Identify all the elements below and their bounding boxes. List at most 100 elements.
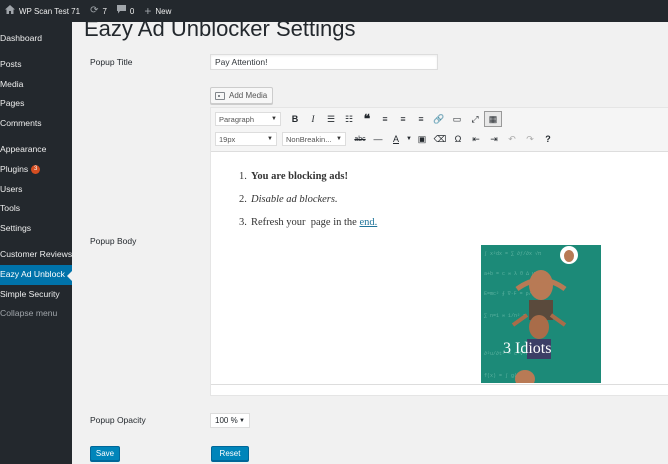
plus-icon: + (144, 4, 152, 18)
space-select[interactable]: NonBreakin... ▼ (282, 132, 346, 146)
sidebar-item-tools[interactable]: Tools (0, 199, 72, 219)
outdent-icon[interactable]: ⇤ (467, 131, 485, 147)
clear-formatting-icon[interactable]: ⌫ (431, 131, 449, 147)
redo-icon[interactable]: ↷ (521, 131, 539, 147)
font-size-select[interactable]: 19px ▼ (215, 132, 277, 146)
editor-toolbar: Paragraph ▼ B I ☰ ☷ ❝ ≡ ≡ ≡ 🔗 ▭ ⤢ ▦ 19px ▼… (211, 108, 668, 152)
sidebar-item-comments[interactable]: Comments (0, 114, 72, 134)
site-name: WP Scan Test 71 (19, 6, 81, 16)
space-select-value: NonBreakin... (286, 134, 332, 144)
popup-title-label: Popup Title (90, 57, 133, 67)
save-button[interactable]: Save (90, 446, 120, 461)
chevron-down-icon: ▼ (271, 116, 277, 122)
sidebar-item-customer-reviews[interactable]: Customer Reviews (0, 245, 72, 265)
sidebar-item-label: Collapse menu (0, 308, 58, 319)
format-select[interactable]: Paragraph ▼ (215, 112, 281, 126)
chevron-down-icon: ▼ (239, 417, 245, 424)
help-icon[interactable]: ? (539, 131, 557, 147)
popup-opacity-select[interactable]: 100 % ▼ (210, 413, 250, 428)
editor-statusbar (211, 384, 668, 395)
popup-body-editor[interactable]: Paragraph ▼ B I ☰ ☷ ❝ ≡ ≡ ≡ 🔗 ▭ ⤢ ▦ 19px ▼… (210, 107, 668, 396)
sidebar-item-settings[interactable]: Settings (0, 219, 72, 239)
sidebar-item-label: Eazy Ad Unblock (0, 268, 65, 279)
numbered-list-icon[interactable]: ☷ (340, 111, 358, 127)
special-character-icon[interactable]: Ω (449, 131, 467, 147)
sidebar-item-label: Users (0, 183, 23, 194)
list-item: 3. Refresh your page in the end. (239, 216, 377, 239)
list-item: 1. You are blocking ads! (239, 170, 377, 193)
comment-icon (116, 5, 126, 17)
fullscreen-icon[interactable]: ⤢ (466, 111, 484, 127)
sidebar-item-label: Simple Security (0, 288, 60, 299)
main-content: Eazy Ad Unblocker Settings Popup Title A… (72, 22, 668, 464)
strikethrough-icon[interactable]: abc (351, 131, 369, 147)
sidebar-item-eazy-ad-unblock[interactable]: Eazy Ad Unblock (0, 264, 72, 285)
chevron-down-icon: ▼ (336, 136, 342, 142)
opacity-value: 100 % (215, 416, 238, 425)
editor-content[interactable]: 1. You are blocking ads! 2. Disable ad blo… (211, 153, 668, 383)
site-menu[interactable]: WP Scan Test 71 (0, 0, 85, 22)
sidebar-item-label: Posts (0, 58, 22, 69)
undo-icon[interactable]: ↶ (503, 131, 521, 147)
align-left-icon[interactable]: ≡ (376, 111, 394, 127)
sidebar-item-label: Dashboard (0, 33, 43, 43)
align-center-icon[interactable]: ≡ (394, 111, 412, 127)
sidebar-item-posts[interactable]: Posts (0, 55, 72, 75)
toolbar-toggle-icon[interactable]: ▦ (484, 111, 502, 127)
sidebar-item-pages[interactable]: Pages (0, 94, 72, 114)
sidebar-item-media[interactable]: Media (0, 75, 72, 95)
read-more-icon[interactable]: ▭ (448, 111, 466, 127)
sidebar-item-dashboard[interactable]: Dashboard (0, 29, 72, 49)
format-select-value: Paragraph (219, 114, 255, 124)
plugins-update-badge: 3 (31, 165, 41, 175)
admin-bar: WP Scan Test 71 ⟳ 7 0 + New (0, 0, 668, 22)
paste-text-icon[interactable]: ▣ (413, 131, 431, 147)
page-title: Eazy Ad Unblocker Settings (84, 22, 356, 41)
movie-poster-image[interactable]: ∫ x²dx = ∑ ∂ƒ/∂x √π a+b = c ∞ λ θ Δ μ ρ … (481, 245, 601, 383)
font-size-value: 19px (219, 134, 236, 144)
text-color-dropdown-icon[interactable]: ▼ (405, 131, 413, 147)
end-link[interactable]: end. (359, 217, 377, 228)
comments-count: 0 (129, 6, 135, 16)
blockquote-icon[interactable]: ❝ (358, 111, 376, 127)
sidebar-item-label: Comments (0, 118, 42, 129)
text-color-icon[interactable]: A (387, 131, 405, 147)
sidebar-item-label: Plugins (0, 163, 29, 174)
list-number: 1. (239, 171, 247, 182)
poster-caption: 3 Idiots (503, 340, 551, 357)
align-right-icon[interactable]: ≡ (412, 111, 430, 127)
reset-button[interactable]: Reset (211, 446, 249, 461)
italic-icon[interactable]: I (304, 111, 322, 127)
popup-title-input[interactable] (210, 54, 438, 70)
svg-text:∫ x²dx = ∑ ∂ƒ/∂x √π: ∫ x²dx = ∑ ∂ƒ/∂x √π (484, 250, 541, 257)
sidebar-item-label: Pages (0, 98, 25, 109)
horizontal-line-icon[interactable]: — (369, 131, 387, 147)
svg-text:E=mc² ∮ ∇·F = ρ/ε: E=mc² ∮ ∇·F = ρ/ε (484, 291, 535, 297)
media-icon (215, 91, 225, 100)
collapse-menu-button[interactable]: Collapse menu (0, 304, 72, 324)
bold-icon[interactable]: B (286, 111, 304, 127)
sidebar-item-users[interactable]: Users (0, 180, 72, 200)
list-item-text: You are blocking ads! (251, 171, 348, 182)
list-item: 2. Disable ad blockers. (239, 193, 377, 216)
sidebar-item-simple-security[interactable]: Simple Security (0, 285, 72, 305)
admin-sidebar: Dashboard Posts Media Pages Comments App… (0, 22, 72, 464)
sidebar-item-label: Tools (0, 203, 21, 214)
sidebar-item-label: Media (0, 78, 24, 89)
bullet-list-icon[interactable]: ☰ (322, 111, 340, 127)
sidebar-item-label: Appearance (0, 143, 47, 154)
home-icon (5, 5, 15, 17)
link-icon[interactable]: 🔗 (430, 111, 448, 127)
updates-menu[interactable]: ⟳ 7 (85, 0, 112, 22)
add-media-label: Add Media (229, 91, 268, 100)
new-content-menu[interactable]: + New (139, 0, 176, 22)
add-media-button[interactable]: Add Media (210, 87, 274, 104)
sidebar-item-label: Customer Reviews (0, 248, 73, 259)
sidebar-item-appearance[interactable]: Appearance (0, 140, 72, 160)
indent-icon[interactable]: ⇥ (485, 131, 503, 147)
comments-menu[interactable]: 0 (112, 0, 139, 22)
updates-icon: ⟳ (90, 5, 99, 16)
popup-body-label: Popup Body (90, 236, 137, 246)
list-number: 3. (239, 217, 247, 228)
sidebar-item-plugins[interactable]: Plugins 3 (0, 160, 72, 180)
